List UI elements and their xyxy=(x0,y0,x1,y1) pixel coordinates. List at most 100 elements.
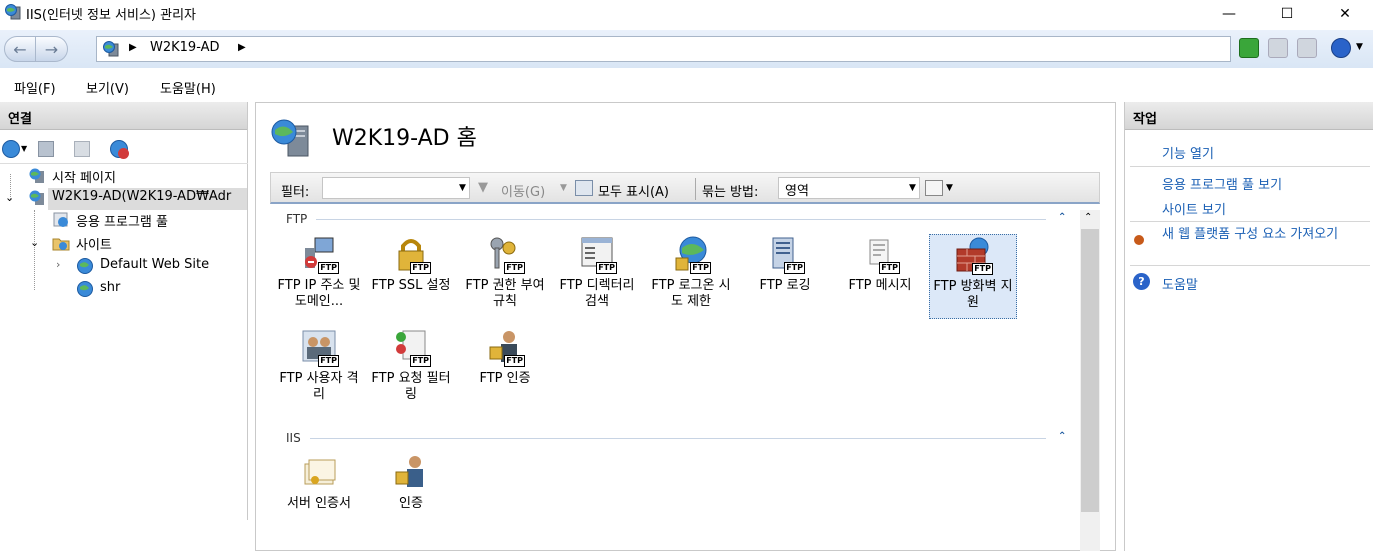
close-button[interactable]: ✕ xyxy=(1322,0,1368,28)
feature-label: FTP 방화벽 지원 xyxy=(933,279,1013,310)
ftp-badge: FTP xyxy=(596,262,617,274)
filter-dropdown-icon[interactable]: ▼ xyxy=(459,183,466,193)
tree-item-app-pools[interactable]: 응용 프로그램 풀 xyxy=(76,211,168,230)
group-dropdown-icon[interactable]: ▼ xyxy=(909,183,916,193)
feature-ftp-directory-browsing[interactable]: FTP FTP 디렉터리 검색 xyxy=(553,236,641,310)
up-level-icon[interactable] xyxy=(74,141,90,157)
view-dropdown-icon[interactable]: ▼ xyxy=(946,183,953,193)
view-mode-icon[interactable] xyxy=(925,180,943,196)
breadcrumb-server[interactable]: W2K19-AD xyxy=(150,40,220,55)
server-icon xyxy=(103,41,119,57)
group-by-value: 영역 xyxy=(785,184,809,199)
scroll-up-icon[interactable]: ⌃ xyxy=(1084,212,1092,223)
collapse-group-icon[interactable]: ⌃ xyxy=(1058,431,1066,442)
tree-expand-icon[interactable]: ⌄ xyxy=(30,236,39,249)
breadcrumb-arrow-icon[interactable]: ▶ xyxy=(238,42,246,53)
group-divider xyxy=(316,219,1046,220)
action-help[interactable]: 도움말 xyxy=(1162,274,1198,293)
ftp-badge: FTP xyxy=(784,262,805,274)
toolbar-separator xyxy=(695,178,696,200)
ftp-badge: FTP xyxy=(504,262,525,274)
feature-label: 서버 인증서 xyxy=(287,496,351,511)
connect-globe-icon[interactable] xyxy=(2,140,20,158)
show-all-button[interactable]: 모두 표시(A) xyxy=(598,181,669,200)
feature-ftp-request-filtering[interactable]: FTP FTP 요청 필터링 xyxy=(367,329,455,403)
breadcrumb-arrow-icon[interactable]: ▶ xyxy=(129,42,137,53)
authentication-icon xyxy=(393,454,429,490)
filter-input[interactable] xyxy=(322,177,470,199)
connections-panel: 연결 xyxy=(0,102,248,520)
tree-item-server[interactable]: W2K19-AD(W2K19-AD₩Adr xyxy=(48,188,247,210)
action-get-web-platform[interactable]: 새 웹 플랫폼 구성 요소 가져오기 xyxy=(1162,227,1360,243)
tree-item-shr[interactable]: shr xyxy=(100,280,120,295)
app-pool-icon xyxy=(53,212,68,227)
collapse-group-icon[interactable]: ⌃ xyxy=(1058,212,1066,223)
sites-folder-icon xyxy=(52,238,70,251)
back-button[interactable]: ← xyxy=(4,36,36,62)
feature-ftp-logging[interactable]: FTP FTP 로깅 xyxy=(741,236,829,294)
help-dropdown-icon[interactable]: ▼ xyxy=(1356,42,1363,52)
address-field[interactable] xyxy=(96,36,1231,62)
minimize-button[interactable]: — xyxy=(1206,0,1252,28)
directory-browsing-icon: FTP xyxy=(579,236,617,274)
action-view-sites[interactable]: 사이트 보기 xyxy=(1162,199,1226,218)
filter-label: 필터: xyxy=(281,185,310,200)
action-separator xyxy=(1130,265,1370,266)
action-separator xyxy=(1130,166,1370,167)
feature-ftp-messages[interactable]: FTP FTP 메시지 xyxy=(836,236,924,294)
feature-ftp-ssl[interactable]: FTP FTP SSL 설정 xyxy=(367,236,455,294)
tree-collapse-icon[interactable]: › xyxy=(56,258,60,271)
feature-label: FTP SSL 설정 xyxy=(371,278,451,293)
group-divider xyxy=(310,438,1046,439)
tree-item-start-page[interactable]: 시작 페이지 xyxy=(52,167,116,186)
group-by-select[interactable]: 영역 xyxy=(778,177,920,199)
menu-file[interactable]: 파일(F) xyxy=(14,78,56,97)
tree-item-default-web-site[interactable]: Default Web Site xyxy=(100,257,209,272)
maximize-button[interactable]: ☐ xyxy=(1264,0,1310,28)
home-icon[interactable] xyxy=(1297,38,1317,58)
tree-item-sites[interactable]: 사이트 xyxy=(76,234,112,253)
feature-server-certificates[interactable]: 서버 인증서 xyxy=(275,454,363,512)
globe-icon xyxy=(77,258,93,274)
forward-button[interactable]: → xyxy=(36,36,68,62)
back-arrow-icon: ← xyxy=(13,39,27,59)
actions-panel: 작업 xyxy=(1124,102,1373,551)
forward-arrow-icon: → xyxy=(44,39,59,59)
refresh-icon[interactable] xyxy=(1239,38,1259,58)
connections-toolbar: ▼ xyxy=(0,136,248,164)
menu-view[interactable]: 보기(V) xyxy=(86,78,129,97)
disconnect-icon[interactable] xyxy=(110,140,129,159)
ftp-badge: FTP xyxy=(690,262,711,274)
feature-ftp-user-isolation[interactable]: FTP FTP 사용자 격리 xyxy=(275,329,363,403)
tree-expand-icon[interactable]: ⌄ xyxy=(5,191,14,204)
ftp-badge: FTP xyxy=(410,355,431,367)
scrollbar-thumb[interactable] xyxy=(1081,229,1099,512)
stop-icon[interactable] xyxy=(1268,38,1288,58)
menu-help[interactable]: 도움말(H) xyxy=(160,78,216,97)
go-button[interactable]: 이동(G) xyxy=(501,181,545,200)
feature-ftp-logon-attempt[interactable]: FTP FTP 로그온 시도 제한 xyxy=(647,236,735,310)
start-page-icon xyxy=(29,168,44,183)
iis-app-icon xyxy=(5,4,21,20)
feature-label: FTP 로그온 시도 제한 xyxy=(651,278,731,309)
feature-ftp-firewall[interactable]: FTP FTP 방화벽 지원 xyxy=(929,234,1017,319)
title-bar xyxy=(0,0,1373,28)
connect-dropdown-icon[interactable]: ▼ xyxy=(21,144,27,153)
feature-ftp-authorization[interactable]: FTP FTP 권한 부여 규칙 xyxy=(461,236,549,310)
go-dropdown-icon[interactable]: ▼ xyxy=(560,183,567,193)
ftp-badge: FTP xyxy=(318,355,339,367)
feature-ftp-authentication[interactable]: FTP FTP 인증 xyxy=(461,329,549,387)
disconnect-red-icon xyxy=(118,148,129,159)
action-view-app-pools[interactable]: 응용 프로그램 풀 보기 xyxy=(1162,174,1282,193)
page-title: W2K19-AD 홈 xyxy=(332,126,477,151)
show-all-icon xyxy=(575,180,593,196)
save-icon[interactable] xyxy=(38,141,54,157)
feature-label: FTP 디렉터리 검색 xyxy=(559,278,635,309)
feature-authentication[interactable]: 인증 xyxy=(367,454,455,512)
action-open-feature[interactable]: 기능 열기 xyxy=(1162,143,1214,162)
feature-label: FTP 권한 부여 규칙 xyxy=(465,278,545,309)
feature-ftp-ip-domain[interactable]: FTP FTP IP 주소 및 도메인... xyxy=(275,236,363,310)
help-icon[interactable] xyxy=(1331,38,1351,58)
window-title: IIS(인터넷 정보 서비스) 관리자 xyxy=(26,8,197,23)
messages-icon: FTP xyxy=(862,236,900,274)
